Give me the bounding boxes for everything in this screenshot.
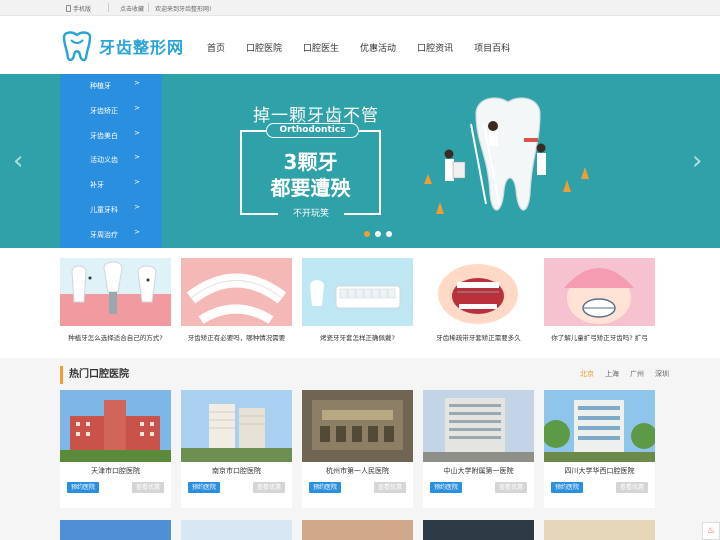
hospital-photo [302, 390, 413, 462]
article-card[interactable]: 牙齿矫正有必要吗，哪种情况需要 [181, 258, 292, 342]
hospital-name: 南京市口腔医院 [212, 467, 261, 475]
slide-dot[interactable] [386, 231, 392, 237]
article-title[interactable]: 牙齿稀疏带牙套矫正需要多久 [423, 332, 534, 342]
chevron-right-icon: > [134, 128, 140, 137]
nav-news[interactable]: 口腔资讯 [417, 41, 453, 54]
appointment-button[interactable]: 预约医院 [430, 482, 462, 493]
header: 牙齿整形网 首页 口腔医院 口腔医生 优惠活动 口腔资讯 项目百科 [0, 16, 720, 74]
menu-item-orthodontics[interactable]: 牙齿矫正 > [60, 99, 162, 124]
slide-dot[interactable] [375, 231, 381, 237]
view-deals-button[interactable]: 查看优惠 [374, 482, 406, 493]
hero-banner[interactable]: 种植牙 > 牙齿矫正 > 牙齿美白 > 活动义齿 > 补牙 > 儿童牙科 > 牙周治疗 > ‹… [0, 74, 720, 248]
hospital-photo [181, 390, 292, 462]
tooth-logo-icon [62, 31, 92, 61]
menu-item-implant[interactable]: 种植牙 > [60, 74, 162, 99]
main-nav: 首页 口腔医院 口腔医生 优惠活动 口腔资讯 项目百科 [207, 41, 531, 54]
logo[interactable]: 牙齿整形网 [60, 31, 184, 61]
top-bar: 手机版 点击收藏 欢迎来到牙齿整形网! [0, 0, 720, 16]
hospital-card[interactable]: 南京市口腔医院 预约医院 查看优惠 [181, 390, 292, 508]
hospital-photo [181, 520, 292, 540]
tab-shenzhen[interactable]: 深圳 [655, 369, 669, 379]
banner-box: Orthodontics 3颗牙 都要遭殃 不开玩笑 [240, 123, 381, 220]
article-title[interactable]: 种植牙怎么选择适合自己的方式? [60, 332, 171, 342]
banner-tag: Orthodontics [266, 123, 359, 138]
hospital-card[interactable]: 杭州市第一人民医院 预约医院 查看优惠 [302, 390, 413, 508]
nav-encyclopedia[interactable]: 项目百科 [474, 41, 510, 54]
hospital-photo [544, 390, 655, 462]
article-title[interactable]: 烤瓷牙牙套怎样正确佩戴? [302, 332, 413, 342]
chevron-right-icon: > [134, 103, 140, 112]
category-menu: 种植牙 > 牙齿矫正 > 牙齿美白 > 活动义齿 > 补牙 > 儿童牙科 > 牙周治疗 > [60, 74, 162, 248]
divider [108, 3, 109, 12]
hospital-card[interactable]: 中山大学附属第一医院 预约医院 查看优惠 [423, 390, 534, 508]
giant-tooth-illustration [424, 97, 589, 214]
hospital-photo [60, 390, 171, 462]
menu-item-filling[interactable]: 补牙 > [60, 173, 162, 198]
hospital-photo [423, 390, 534, 462]
hospital-photo [60, 520, 171, 540]
hospital-name: 杭州市第一人民医院 [326, 467, 389, 475]
nav-doctors[interactable]: 口腔医生 [303, 41, 339, 54]
chevron-right-icon: > [134, 153, 140, 162]
city-tabs: 北京 上海 广州 深圳 [580, 369, 680, 379]
article-image [544, 258, 655, 326]
article-image [181, 258, 292, 326]
banner-line1: 3颗牙 [283, 150, 338, 174]
hospital-photo [544, 520, 655, 540]
chevron-right-icon: > [134, 178, 140, 187]
slide-dot[interactable] [364, 231, 370, 237]
chevron-right-icon: > [134, 202, 140, 211]
chevron-right-icon: > [134, 79, 140, 87]
section-title: 热门口腔医院 [60, 366, 129, 384]
featured-articles: 种植牙怎么选择适合自己的方式? 牙齿矫正有必要吗，哪种情况需要 烤瓷牙牙套怎样正… [0, 248, 720, 358]
nav-promotions[interactable]: 优惠活动 [360, 41, 396, 54]
hot-flame-icon[interactable]: ♨ [702, 522, 720, 540]
appointment-button[interactable]: 预约医院 [551, 482, 583, 493]
carousel-dots [364, 231, 397, 237]
menu-item-whitening[interactable]: 牙齿美白 > [60, 124, 162, 149]
article-title[interactable]: 你了解儿童扩弓矫正牙齿吗? 扩弓 [544, 332, 655, 342]
appointment-button[interactable]: 预约医院 [309, 482, 341, 493]
chevron-right-icon: > [134, 227, 140, 236]
favorite-link[interactable]: 点击收藏 [120, 4, 144, 13]
tab-shanghai[interactable]: 上海 [605, 369, 619, 379]
view-deals-button[interactable]: 查看优惠 [616, 482, 648, 493]
banner-line2: 都要遭殃 [270, 176, 351, 200]
hospital-card[interactable]: 天津市口腔医院 预约医院 查看优惠 [60, 390, 171, 508]
view-deals-button[interactable]: 查看优惠 [495, 482, 527, 493]
article-image [423, 258, 534, 326]
article-card[interactable]: 种植牙怎么选择适合自己的方式? [60, 258, 171, 342]
tab-beijing[interactable]: 北京 [580, 369, 594, 379]
hospital-photo [302, 520, 413, 540]
article-card[interactable]: 你了解儿童扩弓矫正牙齿吗? 扩弓 [544, 258, 655, 342]
mobile-link[interactable]: 手机版 [66, 4, 91, 13]
menu-item-pediatric[interactable]: 儿童牙科 > [60, 198, 162, 223]
welcome-text: 欢迎来到牙齿整形网! [155, 6, 212, 13]
menu-item-dentures[interactable]: 活动义齿 > [60, 148, 162, 173]
view-deals-button[interactable]: 查看优惠 [132, 482, 164, 493]
article-title[interactable]: 牙齿矫正有必要吗，哪种情况需要 [181, 332, 292, 342]
hospital-name: 四川大学华西口腔医院 [564, 467, 635, 475]
phone-icon [66, 5, 71, 12]
view-deals-button[interactable]: 查看优惠 [253, 482, 285, 493]
nav-hospitals[interactable]: 口腔医院 [246, 41, 282, 54]
hospital-name: 中山大学附属第一医院 [443, 467, 514, 475]
nav-home[interactable]: 首页 [207, 41, 225, 54]
article-image [302, 258, 413, 326]
tab-guangzhou[interactable]: 广州 [630, 369, 644, 379]
hospital-name: 天津市口腔医院 [91, 467, 140, 475]
appointment-button[interactable]: 预约医院 [188, 482, 220, 493]
banner-bottom: 不开玩笑 [278, 206, 344, 220]
prev-slide-icon[interactable]: ‹ [13, 146, 23, 176]
article-image [60, 258, 171, 326]
hospital-card[interactable]: 四川大学华西口腔医院 预约医院 查看优惠 [544, 390, 655, 508]
hospital-photo [423, 520, 534, 540]
article-card[interactable]: 牙齿稀疏带牙套矫正需要多久 [423, 258, 534, 342]
appointment-button[interactable]: 预约医院 [67, 482, 99, 493]
next-slide-icon[interactable]: › [692, 146, 702, 176]
menu-item-periodontal[interactable]: 牙周治疗 > [60, 223, 162, 248]
article-card[interactable]: 烤瓷牙牙套怎样正确佩戴? [302, 258, 413, 342]
divider [148, 3, 149, 12]
site-name: 牙齿整形网 [99, 38, 185, 57]
